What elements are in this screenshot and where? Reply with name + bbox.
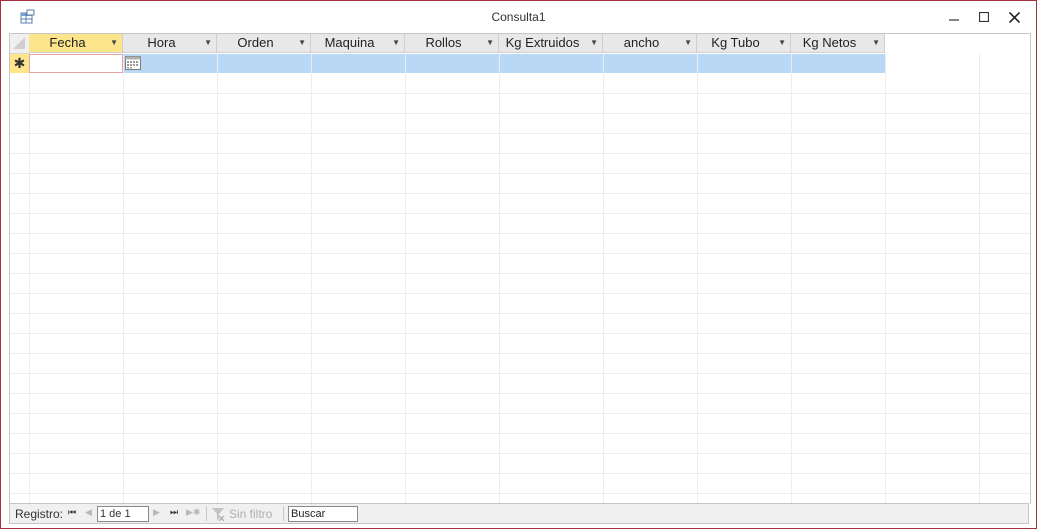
column-header-ancho[interactable]: ancho ▼	[603, 34, 697, 53]
grid-line	[10, 253, 1030, 254]
first-record-icon[interactable]: ⏮	[68, 507, 76, 518]
grid-line	[10, 93, 1030, 94]
select-all-icon	[13, 37, 25, 49]
new-record-row[interactable]	[29, 54, 885, 73]
select-all-corner[interactable]	[10, 34, 30, 54]
filter-label: Sin filtro	[229, 507, 273, 521]
record-label: Registro:	[15, 507, 64, 521]
dropdown-arrow-icon[interactable]: ▼	[486, 38, 494, 47]
grid-line	[10, 313, 1030, 314]
dropdown-arrow-icon[interactable]: ▼	[590, 38, 598, 47]
grid-line	[217, 54, 218, 504]
dropdown-arrow-icon[interactable]: ▼	[684, 38, 692, 47]
grid-line	[405, 54, 406, 504]
dropdown-arrow-icon[interactable]: ▼	[110, 38, 118, 47]
grid-line	[979, 54, 980, 504]
date-picker-icon[interactable]	[125, 56, 141, 70]
dropdown-arrow-icon[interactable]: ▼	[298, 38, 306, 47]
column-header-fecha[interactable]: Fecha ▼	[29, 34, 123, 53]
access-query-window: Consulta1 Fecha ▼ Hora ▼ Orden ▼ Maquina…	[0, 0, 1037, 529]
grid-line	[10, 373, 1030, 374]
no-filter-icon	[212, 508, 225, 521]
record-navigation-bar: Registro: ⏮ ◀ 1 de 1 ▶ ⏭ ▶✱ Sin filtro B…	[9, 503, 1029, 524]
grid-line	[10, 353, 1030, 354]
dropdown-arrow-icon[interactable]: ▼	[778, 38, 786, 47]
grid-line	[603, 54, 604, 504]
new-record-icon[interactable]: ▶✱	[186, 507, 200, 518]
column-header-kg-netos[interactable]: Kg Netos ▼	[791, 34, 885, 53]
grid-line	[10, 413, 1030, 414]
column-header-label: Kg Extruidos	[505, 35, 580, 50]
dropdown-arrow-icon[interactable]: ▼	[204, 38, 212, 47]
datasheet-grid[interactable]: Fecha ▼ Hora ▼ Orden ▼ Maquina ▼ Rollos …	[9, 33, 1031, 504]
grid-line	[311, 54, 312, 504]
column-header-maquina[interactable]: Maquina ▼	[311, 34, 405, 53]
grid-line	[10, 293, 1030, 294]
column-header-label: ancho	[623, 35, 660, 50]
next-record-icon[interactable]: ▶	[153, 507, 160, 518]
grid-line	[10, 193, 1030, 194]
column-header-label: Kg Tubo	[711, 35, 760, 50]
minimize-button[interactable]	[940, 5, 968, 29]
column-header-rollos[interactable]: Rollos ▼	[405, 34, 499, 53]
grid-line	[885, 54, 886, 504]
grid-line	[10, 133, 1030, 134]
grid-line	[499, 54, 500, 504]
grid-line	[791, 54, 792, 504]
separator	[206, 506, 207, 521]
grid-line	[10, 333, 1030, 334]
last-record-icon[interactable]: ⏭	[170, 507, 178, 518]
grid-line	[10, 173, 1030, 174]
grid-line	[10, 273, 1030, 274]
window-title: Consulta1	[491, 10, 546, 24]
column-header-orden[interactable]: Orden ▼	[217, 34, 311, 53]
close-button[interactable]	[1000, 5, 1028, 29]
grid-line	[10, 473, 1030, 474]
column-header-label: Kg Netos	[802, 35, 857, 50]
current-record-input[interactable]: 1 de 1	[97, 506, 149, 522]
maximize-icon	[979, 12, 989, 22]
column-header-label: Maquina	[324, 35, 375, 50]
grid-line	[123, 54, 124, 504]
dropdown-arrow-icon[interactable]: ▼	[872, 38, 880, 47]
column-header-hora[interactable]: Hora ▼	[123, 34, 217, 53]
row-header-column	[10, 73, 30, 504]
grid-line	[10, 433, 1030, 434]
grid-line	[10, 113, 1030, 114]
column-header-label: Rollos	[425, 35, 462, 50]
minimize-icon	[949, 19, 959, 21]
grid-line	[10, 453, 1030, 454]
grid-line	[10, 493, 1030, 494]
previous-record-icon[interactable]: ◀	[85, 507, 92, 518]
grid-line	[697, 54, 698, 504]
column-header-label: Hora	[147, 35, 176, 50]
column-header-kg-extruidos[interactable]: Kg Extruidos ▼	[499, 34, 603, 53]
column-header-label: Fecha	[49, 35, 86, 50]
title-bar[interactable]: Consulta1	[1, 1, 1036, 33]
maximize-button[interactable]	[970, 5, 998, 29]
grid-line	[10, 233, 1030, 234]
column-header-label: Orden	[237, 35, 274, 50]
grid-line	[10, 213, 1030, 214]
grid-line	[10, 393, 1030, 394]
dropdown-arrow-icon[interactable]: ▼	[392, 38, 400, 47]
column-header-kg-tubo[interactable]: Kg Tubo ▼	[697, 34, 791, 53]
separator	[283, 506, 284, 521]
search-input[interactable]: Buscar	[288, 506, 358, 522]
grid-line	[10, 153, 1030, 154]
new-record-selector[interactable]: ✱	[10, 54, 30, 74]
close-icon	[1008, 11, 1020, 23]
fecha-cell-editing[interactable]	[29, 54, 123, 73]
